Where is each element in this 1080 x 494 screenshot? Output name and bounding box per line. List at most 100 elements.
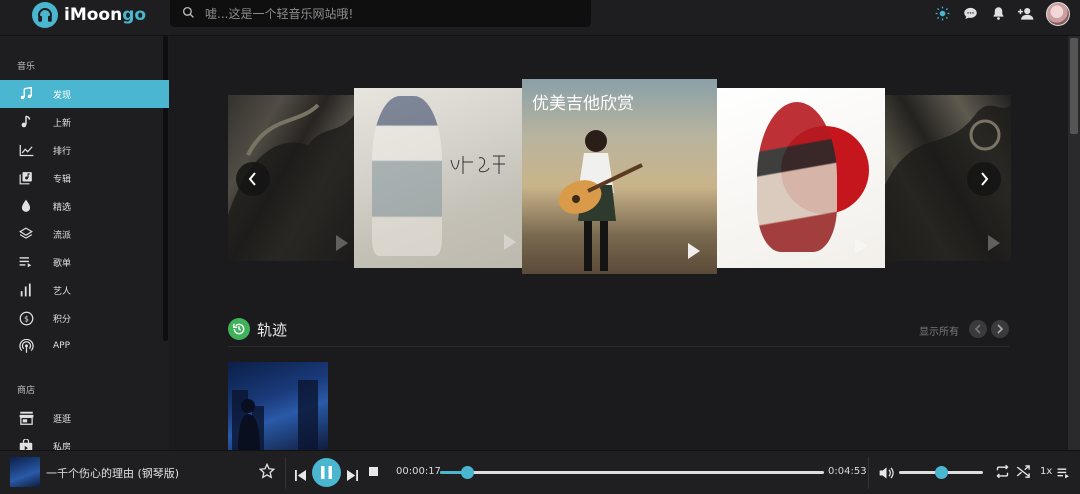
skip-previous-icon[interactable] — [295, 466, 306, 485]
volume-handle[interactable] — [935, 466, 948, 479]
top-icons — [934, 0, 1070, 27]
track-cover[interactable] — [228, 362, 328, 450]
repeat-icon[interactable] — [995, 464, 1010, 483]
single-note-icon — [18, 114, 34, 130]
stop-icon[interactable] — [369, 467, 378, 476]
pause-icon — [321, 466, 332, 479]
total-time: 0:04:53 — [828, 466, 867, 477]
pause-button[interactable] — [312, 458, 341, 487]
sidebar-item-browse[interactable]: 逛逛 — [0, 404, 169, 432]
playlist-icon — [18, 254, 34, 270]
chat-icon[interactable] — [962, 6, 978, 22]
chevron-left-icon — [248, 172, 256, 186]
carousel-cover-left[interactable] — [354, 88, 522, 268]
sidebar-item-label: APP — [53, 341, 71, 351]
drop-icon — [18, 198, 34, 214]
sidebar-item-label: 发现 — [53, 90, 72, 101]
album-icon — [18, 170, 34, 186]
player-track-title[interactable]: 一千个伤心的理由 (钢琴版) — [46, 465, 179, 481]
sidebar-item-label: 排行 — [53, 146, 72, 157]
carousel-next-button[interactable] — [967, 162, 1001, 196]
divider — [868, 457, 869, 489]
sidebar-section-music: 音乐 — [17, 62, 36, 72]
carousel-cover-center[interactable]: 优美吉他欣赏 — [522, 79, 717, 274]
shuffle-icon[interactable] — [1016, 464, 1031, 483]
carousel-prev-button[interactable] — [236, 162, 270, 196]
sidebar-item-genre[interactable]: 流派 — [0, 220, 169, 248]
sidebar-item-featured[interactable]: 精选 — [0, 192, 169, 220]
layers-icon — [18, 226, 34, 242]
carousel-cover-right[interactable] — [717, 88, 885, 268]
page-scrollbar[interactable] — [1068, 36, 1080, 450]
sidebar-item-label: 精选 — [53, 202, 72, 213]
music-note-icon — [18, 86, 34, 102]
sidebar: 音乐 发现 上新 排行 专辑 精选 流派 歌单 艺人 $ 积分 APP 商店 逛… — [0, 36, 169, 453]
sidebar-item-label: 专辑 — [53, 174, 72, 185]
section-prev-button[interactable] — [969, 320, 987, 338]
add-user-icon[interactable] — [1018, 6, 1034, 22]
current-time: 00:00:17 — [396, 466, 441, 477]
skip-next-icon[interactable] — [347, 466, 358, 485]
sidebar-item-points[interactable]: $ 积分 — [0, 304, 169, 332]
progress-bar[interactable] — [440, 466, 824, 479]
show-all-link[interactable]: 显示所有 — [919, 323, 959, 338]
history-icon — [228, 318, 250, 340]
sidebar-item-playlist[interactable]: 歌单 — [0, 248, 169, 276]
bars-icon — [18, 282, 34, 298]
headphones-icon — [32, 2, 58, 28]
main-content: 优美吉他欣赏 轨迹 显示所有 — [169, 36, 1068, 450]
cover-illustration — [372, 96, 442, 256]
sidebar-item-label: 歌单 — [53, 258, 72, 269]
sidebar-item-label: 流派 — [53, 230, 72, 241]
sidebar-item-new[interactable]: 上新 — [0, 108, 169, 136]
player-cover[interactable] — [10, 457, 40, 487]
sidebar-item-discover[interactable]: 发现 — [0, 80, 169, 108]
sidebar-item-ranking[interactable]: 排行 — [0, 136, 169, 164]
coin-icon: $ — [18, 310, 34, 326]
chevron-left-icon — [974, 324, 981, 334]
section-title: 轨迹 — [257, 321, 288, 339]
chevron-right-icon — [981, 172, 989, 186]
section-header-history: 轨迹 显示所有 — [228, 317, 1009, 347]
store-icon — [18, 410, 34, 426]
volume-icon[interactable] — [879, 465, 894, 484]
cover-illustration — [757, 102, 837, 252]
section-next-button[interactable] — [991, 320, 1009, 338]
chart-line-icon — [18, 142, 34, 158]
search-input[interactable] — [205, 6, 585, 21]
divider — [285, 457, 286, 489]
cover-photo — [558, 130, 643, 271]
broadcast-icon — [18, 338, 34, 354]
star-icon[interactable] — [258, 462, 276, 483]
sidebar-item-label: 逛逛 — [53, 414, 72, 425]
carousel-title: 优美吉他欣赏 — [532, 94, 634, 114]
avatar[interactable] — [1046, 1, 1070, 26]
play-icon[interactable] — [504, 234, 516, 250]
queue-icon[interactable] — [1057, 465, 1070, 484]
play-icon[interactable] — [855, 238, 867, 254]
sidebar-section-store: 商店 — [17, 386, 36, 396]
sidebar-item-label: 上新 — [53, 118, 72, 129]
sidebar-item-label: 艺人 — [53, 286, 72, 297]
sidebar-item-artist[interactable]: 艺人 — [0, 276, 169, 304]
play-icon[interactable] — [336, 235, 348, 251]
bell-icon[interactable] — [990, 6, 1006, 22]
player-bar: 一千个伤心的理由 (钢琴版) 00:00:17 0:04:53 1x — [0, 450, 1080, 494]
search-icon — [182, 4, 195, 23]
play-icon[interactable] — [988, 235, 1000, 251]
svg-text:$: $ — [24, 314, 29, 323]
playback-speed[interactable]: 1x — [1040, 466, 1052, 477]
sidebar-item-label: 积分 — [53, 314, 72, 325]
top-bar: iMoongo — [0, 0, 1080, 36]
chevron-right-icon — [997, 324, 1004, 334]
volume-slider[interactable] — [899, 466, 983, 479]
logo[interactable]: iMoongo — [32, 2, 146, 28]
logo-text: iMoongo — [64, 5, 147, 25]
search-bar[interactable] — [170, 0, 591, 27]
play-icon[interactable] — [688, 243, 700, 259]
sidebar-item-app[interactable]: APP — [0, 332, 169, 360]
theme-icon[interactable] — [934, 6, 950, 22]
progress-handle[interactable] — [460, 466, 474, 479]
page-scrollbar-thumb[interactable] — [1070, 38, 1078, 134]
sidebar-item-album[interactable]: 专辑 — [0, 164, 169, 192]
